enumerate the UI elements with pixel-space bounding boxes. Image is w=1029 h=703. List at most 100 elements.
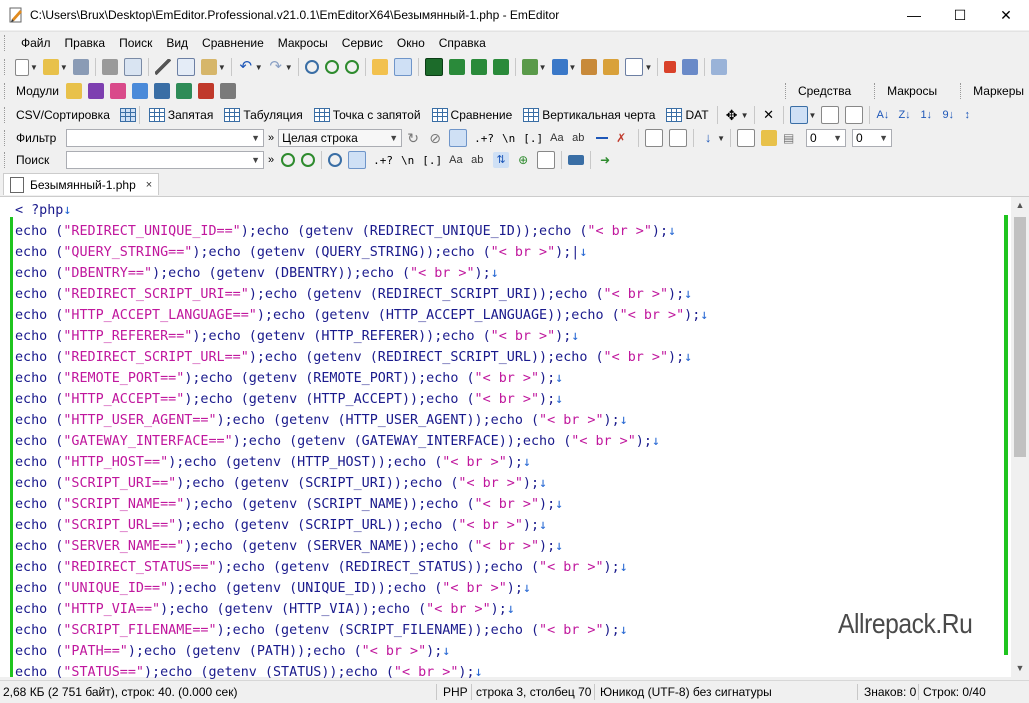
toolbar-grip[interactable] xyxy=(4,152,8,168)
bookmark-icon[interactable] xyxy=(424,58,443,76)
filter-icon[interactable] xyxy=(393,58,412,76)
page-icon[interactable] xyxy=(669,129,688,147)
code-line[interactable]: echo ("UNIQUE_ID==");echo (getenv (UNIQU… xyxy=(15,578,708,599)
tools-icon[interactable] xyxy=(581,59,598,75)
close-tab-icon[interactable]: × xyxy=(146,179,152,191)
find-previous-icon[interactable] xyxy=(344,60,359,74)
copy-icon[interactable] xyxy=(176,58,195,76)
markers-panel[interactable]: Маркеры xyxy=(968,84,1029,98)
chevron-down-icon[interactable]: ▼ xyxy=(569,63,577,72)
code-line[interactable]: echo ("SERVER_NAME==");echo (getenv (SER… xyxy=(15,536,708,557)
menu-view[interactable]: Вид xyxy=(159,36,195,50)
code-line[interactable]: echo ("HTTP_HOST==");echo (getenv (HTTP_… xyxy=(15,452,708,473)
menu-tools[interactable]: Сервис xyxy=(335,36,390,50)
find-icon[interactable] xyxy=(304,60,319,74)
new-file-icon[interactable] xyxy=(15,58,29,76)
dat-icon[interactable] xyxy=(666,108,683,122)
macros-panel[interactable]: Макросы xyxy=(882,84,942,98)
code-line[interactable]: echo ("SCRIPT_URL==");echo (getenv (SCRI… xyxy=(15,515,708,536)
filter-input[interactable]: ▼ xyxy=(66,129,264,147)
toolbar-grip[interactable] xyxy=(4,107,8,123)
text-editor[interactable]: < ?php↓ echo ("REDIRECT_UNIQUE_ID==");ech… xyxy=(0,196,1029,680)
find-next-icon[interactable] xyxy=(324,60,339,74)
minimize-button[interactable]: — xyxy=(891,0,937,30)
chevron-down-icon[interactable]: ▼ xyxy=(255,63,263,72)
column-icon[interactable] xyxy=(821,106,840,124)
paste-icon[interactable] xyxy=(200,59,217,75)
code-line[interactable]: echo ("REDIRECT_SCRIPT_URL==");echo (get… xyxy=(15,347,708,368)
whole-word-icon[interactable]: ab xyxy=(471,152,487,168)
lock-icon[interactable] xyxy=(761,130,778,146)
move-icon[interactable]: ✥ xyxy=(724,107,740,123)
bracket-button[interactable]: [.] xyxy=(422,154,442,167)
code-area[interactable]: < ?php↓ echo ("REDIRECT_UNIQUE_ID==");ech… xyxy=(15,200,708,683)
filter-count-select[interactable]: 0 ▼ xyxy=(806,129,847,147)
maximize-button[interactable]: ☐ xyxy=(937,0,983,30)
chevron-down-icon[interactable]: ▼ xyxy=(809,111,817,120)
code-line[interactable]: echo ("HTTP_VIA==");echo (getenv (HTTP_V… xyxy=(15,599,708,620)
code-line[interactable]: echo ("PATH==");echo (getenv (PATH));ech… xyxy=(15,641,708,662)
module-icon[interactable] xyxy=(109,83,126,99)
chevron-down-icon[interactable]: ▼ xyxy=(30,63,38,72)
csv-compare[interactable]: Сравнение xyxy=(451,108,513,122)
module-icon[interactable] xyxy=(87,83,104,99)
save-icon[interactable] xyxy=(72,59,89,75)
monitor-icon[interactable] xyxy=(568,155,585,165)
next-bookmark-icon[interactable] xyxy=(448,59,465,75)
run-macro-icon[interactable] xyxy=(682,59,699,75)
replace-icon[interactable] xyxy=(371,59,388,75)
toolbar-grip[interactable] xyxy=(874,83,878,99)
menu-compare[interactable]: Сравнение xyxy=(195,36,271,50)
code-line[interactable]: echo ("REMOTE_PORT==");echo (getenv (REM… xyxy=(15,368,708,389)
code-line[interactable]: echo ("DBENTRY==");echo (getenv (DBENTRY… xyxy=(15,263,708,284)
close-window-button[interactable]: ✕ xyxy=(983,0,1029,30)
filter-mode-select[interactable]: Целая строка ▼ xyxy=(278,129,403,147)
chevron-down-icon[interactable]: ▼ xyxy=(60,63,68,72)
module-icon[interactable] xyxy=(131,83,148,99)
globe-icon[interactable]: ⊕ xyxy=(515,152,531,168)
menu-window[interactable]: Окно xyxy=(390,36,432,50)
columns-icon[interactable] xyxy=(789,106,808,124)
page-icon[interactable] xyxy=(537,151,556,169)
tools-panel[interactable]: Средства xyxy=(793,84,856,98)
sort-length-icon[interactable]: ↕ xyxy=(964,107,980,123)
refresh-icon[interactable]: ↻ xyxy=(405,130,421,146)
chevron-down-icon[interactable]: ▼ xyxy=(285,63,293,72)
tools-icon[interactable]: ✕ xyxy=(761,107,777,123)
undo-icon[interactable]: ↶ xyxy=(238,59,254,75)
csv-dat[interactable]: DAT xyxy=(685,108,708,122)
code-line[interactable]: echo ("SCRIPT_NAME==");echo (getenv (SCR… xyxy=(15,494,708,515)
find-next-icon[interactable] xyxy=(281,153,296,167)
encoding-icon[interactable] xyxy=(551,59,568,75)
sort-descending-icon[interactable]: Z↓ xyxy=(898,107,914,123)
module-icon[interactable] xyxy=(219,83,236,99)
chevron-down-icon[interactable]: ▼ xyxy=(741,111,749,120)
code-line[interactable]: echo ("QUERY_STRING==");echo (getenv (QU… xyxy=(15,242,708,263)
toolbar-grip[interactable] xyxy=(784,83,789,99)
code-line[interactable]: echo ("HTTP_USER_AGENT==");echo (getenv … xyxy=(15,410,708,431)
checklist-icon[interactable] xyxy=(625,58,644,76)
plugins-icon[interactable] xyxy=(603,59,620,75)
toolbar-grip[interactable] xyxy=(4,83,8,99)
redo-icon[interactable]: ↷ xyxy=(268,59,284,75)
line-icon[interactable] xyxy=(594,130,611,146)
code-line[interactable]: echo ("GATEWAY_INTERFACE==");echo (geten… xyxy=(15,431,708,452)
previous-bookmark-icon[interactable] xyxy=(470,59,487,75)
regex-button[interactable]: .+? xyxy=(474,132,494,145)
print-preview-icon[interactable] xyxy=(123,58,142,76)
module-icon[interactable] xyxy=(175,83,192,99)
menu-search[interactable]: Поиск xyxy=(112,36,159,50)
menu-macros[interactable]: Макросы xyxy=(271,36,335,50)
toolbar-grip[interactable] xyxy=(4,59,8,75)
print-icon[interactable] xyxy=(101,59,118,75)
chevron-down-icon[interactable]: ▼ xyxy=(717,134,725,143)
code-line[interactable]: echo ("SCRIPT_FILENAME==");echo (getenv … xyxy=(15,620,708,641)
stop-macro-icon[interactable] xyxy=(664,61,677,73)
sort-numeric-desc-icon[interactable]: 9↓ xyxy=(942,107,958,123)
whole-word-icon[interactable]: ab xyxy=(572,130,588,146)
code-line[interactable]: echo ("REDIRECT_SCRIPT_URI==");echo (get… xyxy=(15,284,708,305)
filter-search-icon[interactable] xyxy=(449,129,468,147)
extra-icon[interactable]: ▤ xyxy=(783,130,799,146)
filter-count-select-2[interactable]: 0 ▼ xyxy=(852,129,893,147)
module-icon[interactable] xyxy=(65,83,82,99)
